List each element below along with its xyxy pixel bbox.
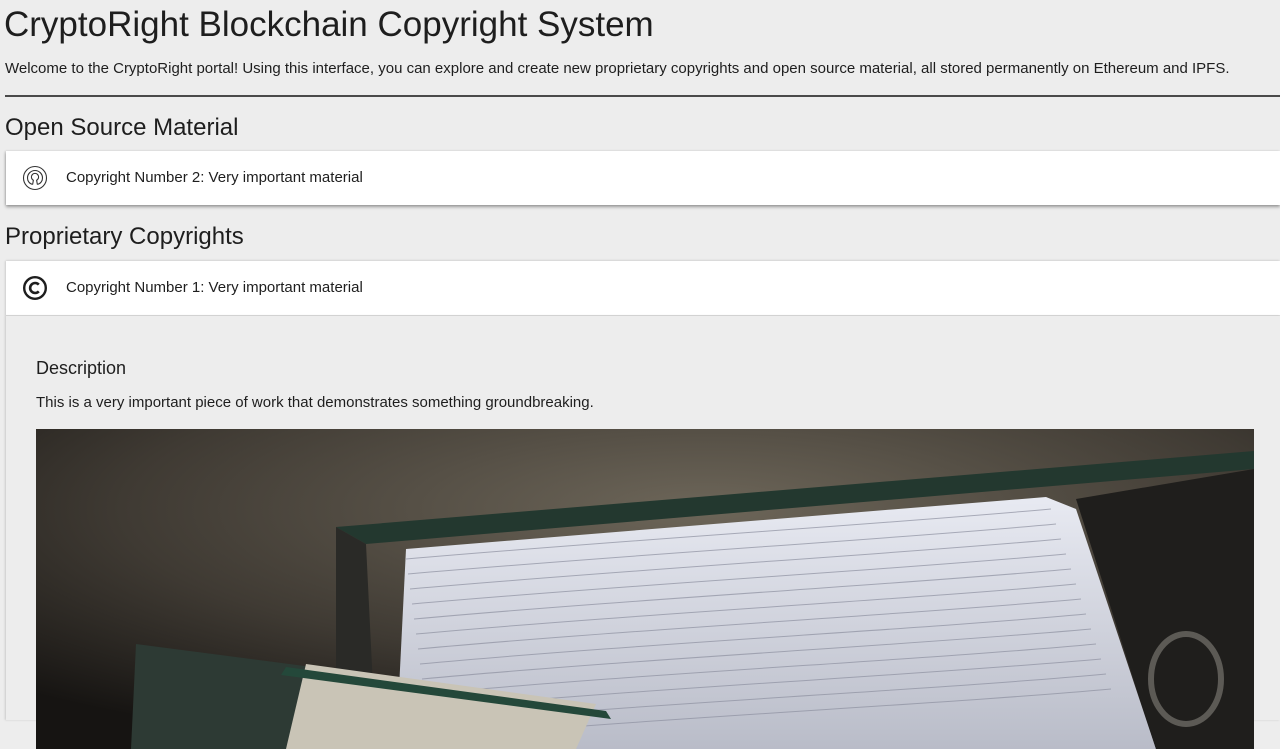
open-source-icon bbox=[22, 165, 48, 191]
description-heading: Description bbox=[36, 358, 127, 378]
open-source-item[interactable]: Copyright Number 2: Very important mater… bbox=[6, 151, 1280, 205]
description-text: This is a very important piece of work t… bbox=[36, 394, 594, 411]
proprietary-heading: Proprietary Copyrights bbox=[5, 223, 244, 250]
proprietary-item-details: Description This is a very important pie… bbox=[6, 316, 1280, 749]
document-binder-image bbox=[36, 429, 1254, 749]
header-divider bbox=[5, 95, 1280, 97]
page-title: CryptoRight Blockchain Copyright System bbox=[4, 5, 654, 44]
proprietary-item-label: Copyright Number 1: Very important mater… bbox=[66, 279, 363, 296]
copyright-icon bbox=[22, 275, 48, 301]
intro-text: Welcome to the CryptoRight portal! Using… bbox=[5, 60, 1230, 77]
proprietary-item[interactable]: Copyright Number 1: Very important mater… bbox=[6, 261, 1280, 316]
open-source-heading: Open Source Material bbox=[5, 114, 239, 141]
open-source-item-label: Copyright Number 2: Very important mater… bbox=[66, 169, 363, 186]
